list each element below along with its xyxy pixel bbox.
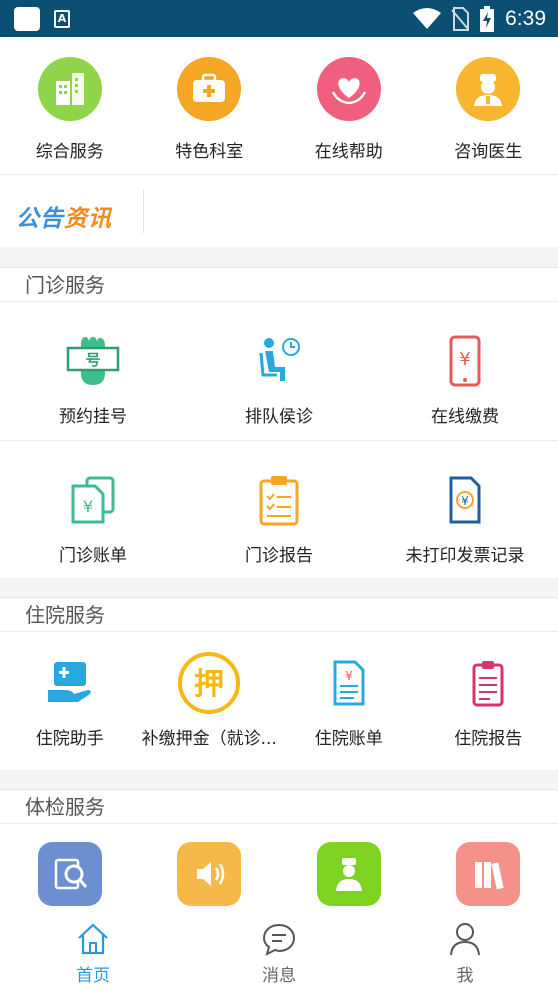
heart-hands-icon (316, 57, 381, 121)
magnifier-icon (37, 842, 102, 906)
doctor-icon (456, 57, 521, 121)
status-bar: A 6:39 (0, 0, 558, 37)
battery-charging-icon (480, 6, 495, 32)
building-icon (37, 57, 102, 121)
waiting-seat-icon (246, 328, 312, 394)
service-label: 门诊账单 (59, 546, 127, 566)
register-hand-icon: 号 (60, 328, 126, 394)
phone-payment-icon: ¥ (432, 328, 498, 394)
notice-bar[interactable]: 公告资讯 (0, 175, 558, 247)
tab-label: 首页 (76, 966, 110, 986)
online-payment[interactable]: ¥ 在线缴费 (372, 302, 558, 440)
inpatient-assistant[interactable]: 住院助手 (0, 632, 140, 770)
inpatient-section: 住院服务 住院助手 押 补缴押金（就诊... ¥ 住院账单 住院报告 (0, 597, 558, 770)
exam-announcement[interactable] (140, 824, 280, 914)
tab-messages[interactable]: 消息 (186, 915, 372, 992)
svg-text:¥: ¥ (459, 349, 470, 370)
notice-logo: 公告资讯 (16, 206, 112, 232)
clipboard-icon (246, 467, 312, 533)
service-label: 门诊报告 (245, 546, 313, 566)
nurse-icon (316, 842, 381, 906)
svg-text:¥: ¥ (345, 669, 353, 683)
service-label: 住院账单 (314, 729, 383, 749)
home-icon (78, 923, 108, 955)
physical-exam-section: 体检服务 (0, 789, 558, 915)
service-label: 未打印发票记录 (405, 546, 525, 566)
report-clipboard-icon (455, 650, 521, 716)
deposit-icon: 押 (176, 650, 242, 716)
svg-text:号: 号 (85, 351, 100, 369)
bill-document-icon: ¥ (60, 467, 126, 533)
service-special-dept[interactable]: 特色科室 (140, 37, 280, 174)
service-label: 住院报告 (454, 729, 523, 749)
service-label: 在线帮助 (314, 142, 383, 162)
inpatient-report[interactable]: 住院报告 (419, 632, 558, 770)
chat-bubble-icon (262, 923, 296, 956)
invoice-icon: ¥ (432, 467, 498, 533)
service-label: 咨询医生 (454, 142, 523, 162)
no-sim-icon (451, 7, 470, 31)
bill-sheet-icon: ¥ (316, 650, 382, 716)
appointment-registration[interactable]: 号 预约挂号 (0, 302, 186, 440)
inpatient-bill[interactable]: ¥ 住院账单 (279, 632, 419, 770)
outpatient-section: 门诊服务 号 预约挂号 排队侯诊 ¥ 在线缴费 ¥ 门诊账单 门诊报告 ¥ 未打… (0, 267, 558, 578)
outpatient-report[interactable]: 门诊报告 (186, 441, 372, 578)
exam-records[interactable] (419, 824, 558, 914)
service-label: 特色科室 (175, 142, 244, 162)
service-label: 预约挂号 (59, 407, 127, 427)
outpatient-bill[interactable]: ¥ 门诊账单 (0, 441, 186, 578)
svg-text:押: 押 (194, 667, 224, 702)
service-consult-doctor[interactable]: 咨询医生 (419, 37, 558, 174)
notification-app-icon (14, 7, 40, 31)
section-title: 门诊服务 (0, 268, 558, 302)
section-title: 住院服务 (0, 598, 558, 632)
clock: 6:39 (505, 7, 546, 30)
tab-label: 我 (456, 966, 474, 986)
queue-waiting[interactable]: 排队侯诊 (186, 302, 372, 440)
exam-search[interactable] (0, 824, 140, 914)
service-label: 综合服务 (35, 142, 104, 162)
section-title: 体检服务 (0, 790, 558, 824)
exam-doctor[interactable] (279, 824, 419, 914)
tab-me[interactable]: 我 (372, 915, 558, 992)
svg-text:¥: ¥ (461, 494, 469, 508)
divider (143, 189, 144, 233)
service-online-help[interactable]: 在线帮助 (279, 37, 419, 174)
speaker-icon (177, 842, 242, 906)
tab-label: 消息 (262, 966, 296, 986)
deposit-top-up[interactable]: 押 补缴押金（就诊... (140, 632, 280, 770)
bottom-tab-bar: 首页 消息 我 (0, 915, 558, 992)
service-label: 补缴押金（就诊... (141, 729, 277, 749)
hand-card-icon (37, 650, 103, 716)
tab-home[interactable]: 首页 (0, 915, 186, 992)
medical-kit-icon (177, 57, 242, 121)
unprinted-invoice-records[interactable]: ¥ 未打印发票记录 (372, 441, 558, 578)
service-label: 住院助手 (35, 729, 104, 749)
service-label: 排队侯诊 (245, 407, 313, 427)
service-label: 在线缴费 (431, 407, 499, 427)
books-icon (456, 842, 521, 906)
service-general[interactable]: 综合服务 (0, 37, 140, 174)
keyboard-a-icon: A (54, 10, 70, 28)
wifi-icon (413, 8, 442, 29)
svg-text:¥: ¥ (83, 497, 93, 516)
top-services-grid: 综合服务 特色科室 在线帮助 咨询医生 (0, 37, 558, 175)
user-icon (450, 923, 480, 956)
